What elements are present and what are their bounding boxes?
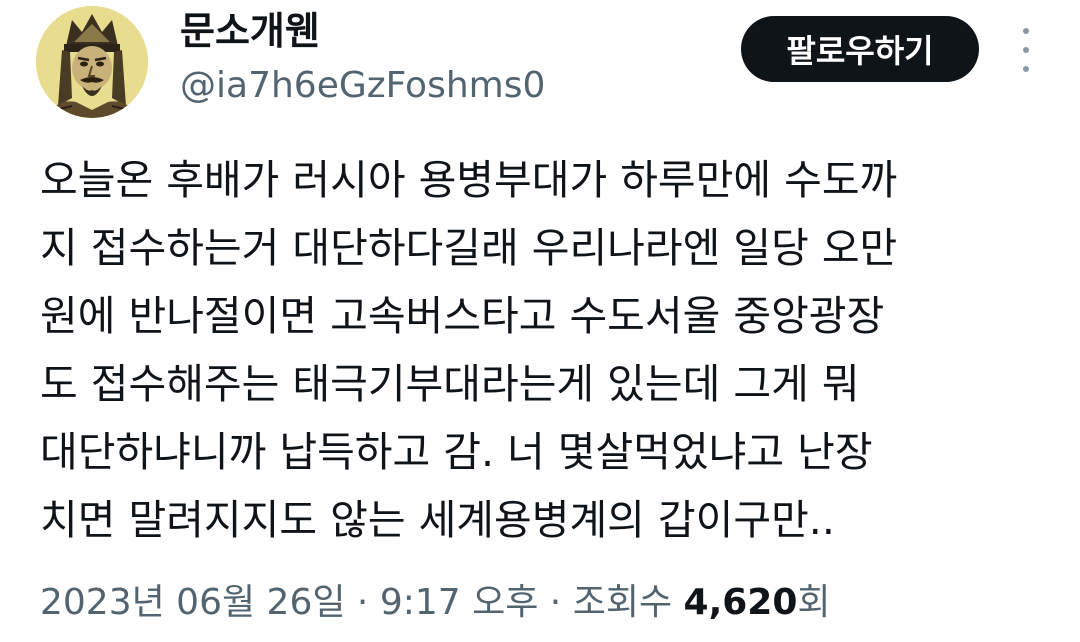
- tweet-text-line: 도 접수해주는 태극기부대라는게 있는데 그게 뭐: [40, 360, 860, 408]
- user-handle[interactable]: @ia7h6eGzFoshms0: [180, 62, 545, 110]
- tweet-metadata: 2023년 06월 26일 · 9:17 오후 · 조회수 4,620회: [40, 578, 831, 628]
- follow-button[interactable]: 팔로우하기: [741, 16, 979, 82]
- tweet-text-line: 대단하냐니까 납득하고 감. 너 몇살먹었냐고 난장: [40, 428, 873, 476]
- more-options-button[interactable]: [1006, 28, 1046, 72]
- tweet-text-line: 지 접수하는거 대단하다길래 우리나라엔 일당 오만: [40, 224, 898, 272]
- tweet-text-line: 오늘온 후배가 러시아 용병부대가 하루만에 수도까: [40, 156, 898, 204]
- tweet-text-line: 치면 말려지지도 않는 세계용병계의 갑이구만..: [40, 496, 835, 544]
- warrior-portrait-icon: [36, 6, 148, 118]
- tweet-text: 오늘온 후배가 러시아 용병부대가 하루만에 수도까 지 접수하는거 대단하다길…: [40, 146, 1050, 554]
- views-suffix: 회: [797, 582, 831, 623]
- more-vertical-icon: [1023, 28, 1029, 34]
- tweet-date[interactable]: 2023년 06월 26일: [40, 582, 345, 623]
- avatar[interactable]: [36, 6, 148, 118]
- tweet-card: 문소개웬 @ia7h6eGzFoshms0 팔로우하기 오늘온 후배가 러시아 …: [0, 0, 1080, 642]
- user-info: 문소개웬 @ia7h6eGzFoshms0: [180, 6, 545, 110]
- tweet-text-line: 원에 반나절이면 고속버스타고 수도서울 중앙광장: [40, 292, 885, 340]
- display-name[interactable]: 문소개웬: [180, 6, 545, 56]
- views-label: 조회수: [572, 582, 684, 623]
- meta-separator: ·: [538, 582, 573, 623]
- tweet-time[interactable]: 9:17 오후: [380, 582, 539, 623]
- more-vertical-icon-dot: [1023, 66, 1029, 72]
- meta-separator: ·: [345, 582, 380, 623]
- views-count: 4,620: [683, 582, 798, 623]
- more-vertical-icon-dot: [1023, 47, 1029, 53]
